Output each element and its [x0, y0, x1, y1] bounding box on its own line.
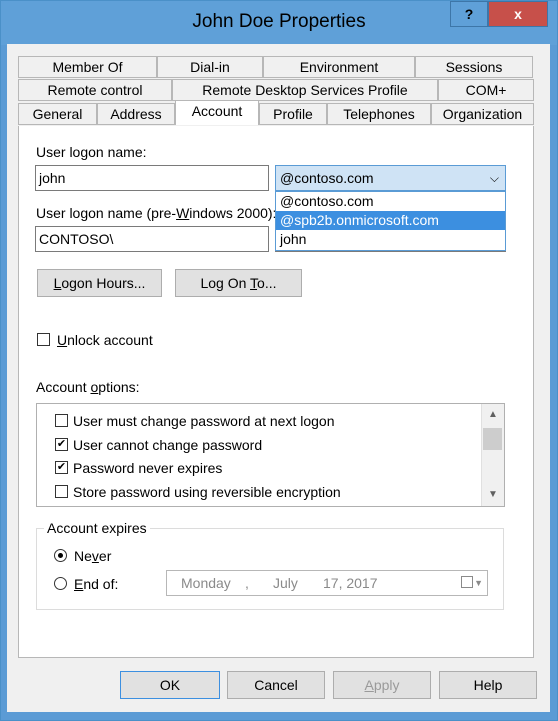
option-checkbox[interactable]: ✔ [55, 461, 68, 474]
date-day-year: 17, 2017 [323, 575, 378, 591]
account-options-list[interactable]: User must change password at next logon … [36, 403, 505, 507]
ok-button[interactable]: OK [120, 671, 220, 699]
tab-environment[interactable]: Environment [263, 56, 415, 78]
dropdown-option-john[interactable]: john [276, 230, 505, 249]
option-label: User must change password at next logon [73, 413, 335, 429]
unlock-account-checkbox[interactable] [37, 333, 50, 346]
chevron-down-icon[interactable]: ▼ [474, 571, 483, 595]
date-month: July [273, 575, 298, 591]
tab-organization[interactable]: Organization [431, 103, 534, 125]
pre2000-domain-input[interactable]: CONTOSO\ [35, 226, 269, 252]
date-day: Monday [181, 575, 231, 591]
upn-suffix-dropdown: @contoso.com @spb2b.onmicrosoft.com john [275, 191, 506, 251]
tab-dial-in[interactable]: Dial-in [157, 56, 263, 78]
scroll-up-icon[interactable]: ▲ [482, 406, 504, 424]
close-button[interactable]: x [488, 1, 548, 27]
option-label: User cannot change password [73, 437, 263, 453]
expiration-date-picker[interactable]: Monday , July 17, 2017 ▼ [166, 570, 488, 596]
help-title-button[interactable]: ? [450, 1, 488, 27]
cancel-button[interactable]: Cancel [227, 671, 325, 699]
never-radio[interactable] [54, 549, 67, 562]
scroll-down-icon[interactable]: ▼ [482, 486, 504, 504]
tab-address[interactable]: Address [97, 103, 175, 125]
tab-member-of[interactable]: Member Of [18, 56, 157, 78]
upn-suffix-combo[interactable]: @contoso.com ⌵ [275, 165, 506, 191]
date-separator: , [245, 575, 249, 591]
logon-hours-button[interactable]: Logon Hours... [37, 269, 162, 297]
logon-name-input[interactable]: john [35, 165, 269, 191]
pre2000-label: User logon name (pre-Windows 2000): [36, 205, 277, 221]
dropdown-option-contoso[interactable]: @contoso.com [276, 192, 505, 211]
logon-name-label: User logon name: [36, 144, 147, 160]
option-checkbox[interactable]: ✔ [55, 438, 68, 451]
option-label: Password never expires [73, 460, 223, 476]
scroll-thumb[interactable] [483, 428, 502, 450]
log-on-to-button[interactable]: Log On To... [175, 269, 302, 297]
chevron-down-icon[interactable]: ⌵ [490, 166, 499, 190]
account-expires-group [36, 528, 504, 610]
tab-remote-desktop-services-profile[interactable]: Remote Desktop Services Profile [172, 79, 438, 101]
upn-suffix-value: @contoso.com [280, 170, 374, 186]
option-label: Store password using reversible encrypti… [73, 484, 341, 500]
tab-telephones[interactable]: Telephones [327, 103, 431, 125]
tab-sessions[interactable]: Sessions [415, 56, 533, 78]
tab-remote-control[interactable]: Remote control [18, 79, 172, 101]
unlock-account-label: Unlock account [57, 332, 153, 348]
end-of-radio[interactable] [54, 577, 67, 590]
end-of-label: End of: [74, 576, 119, 592]
never-label: Never [74, 548, 112, 564]
account-expires-label: Account expires [44, 520, 150, 536]
tab-general[interactable]: General [18, 103, 97, 125]
close-icon: x [514, 6, 522, 22]
option-checkbox[interactable] [55, 485, 68, 498]
tab-com-plus[interactable]: COM+ [438, 79, 534, 101]
help-button[interactable]: Help [439, 671, 537, 699]
dropdown-option-spb2b[interactable]: @spb2b.onmicrosoft.com [276, 211, 505, 230]
account-options-label: Account options: [36, 379, 140, 395]
calendar-icon[interactable] [461, 576, 473, 588]
tab-account[interactable]: Account [175, 100, 259, 125]
options-scrollbar[interactable]: ▲ ▼ [481, 404, 504, 506]
tab-profile[interactable]: Profile [259, 103, 327, 125]
apply-button[interactable]: Apply [333, 671, 431, 699]
option-checkbox[interactable] [55, 414, 68, 427]
title-bar[interactable]: John Doe Properties ? x [1, 1, 557, 45]
